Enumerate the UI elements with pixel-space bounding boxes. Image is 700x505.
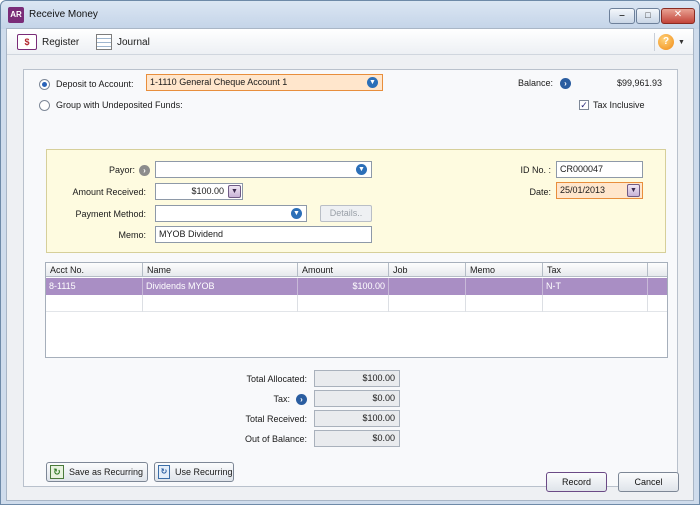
amount-calculator-dropdown-icon[interactable]: ▼ bbox=[228, 185, 241, 198]
column-header-amount[interactable]: Amount bbox=[298, 263, 389, 277]
cell-memo[interactable] bbox=[466, 278, 543, 295]
table-header: Acct No. Name Amount Job Memo Tax bbox=[46, 263, 667, 277]
chevron-down-icon: ▼ bbox=[678, 38, 685, 46]
tax-label: Tax: bbox=[273, 394, 290, 404]
deposit-account-select[interactable]: 1-1110 General Cheque Account 1 bbox=[146, 74, 383, 91]
register-label: Register bbox=[42, 36, 80, 48]
total-received-label: Total Received: bbox=[245, 414, 307, 424]
payment-method-dropdown-icon[interactable]: ▼ bbox=[291, 208, 302, 219]
help-icon: ? bbox=[658, 34, 674, 50]
id-number-label: ID No. : bbox=[520, 165, 551, 175]
payor-select[interactable] bbox=[155, 161, 372, 178]
column-header-memo[interactable]: Memo bbox=[466, 263, 543, 277]
payment-method-label: Payment Method: bbox=[75, 209, 146, 219]
recurring-save-icon: ↻ bbox=[50, 465, 64, 479]
deposit-to-account-label: Deposit to Account: bbox=[56, 79, 134, 89]
details-button[interactable]: Details.. bbox=[320, 205, 372, 222]
journal-icon bbox=[96, 34, 112, 50]
total-allocated-label: Total Allocated: bbox=[246, 374, 307, 384]
table-row-empty[interactable] bbox=[46, 295, 667, 312]
window-client-area: $ Register Journal ? ▼ Deposit to Accoun… bbox=[6, 28, 694, 501]
id-number-input[interactable]: CR000047 bbox=[556, 161, 643, 178]
total-received-value: $100.00 bbox=[314, 410, 400, 427]
tax-inclusive-checkbox[interactable]: ✓ bbox=[579, 100, 589, 110]
cell-amount[interactable]: $100.00 bbox=[298, 278, 389, 295]
cell-name[interactable]: Dividends MYOB bbox=[143, 278, 298, 295]
date-label: Date: bbox=[529, 187, 551, 197]
balance-label: Balance: bbox=[518, 78, 554, 88]
allocation-table: Acct No. Name Amount Job Memo Tax 8-1115… bbox=[45, 262, 668, 358]
out-of-balance-value: $0.00 bbox=[314, 430, 400, 447]
use-recurring-button[interactable]: ↻ Use Recurring bbox=[154, 462, 234, 482]
total-allocated-value: $100.00 bbox=[314, 370, 400, 387]
group-undeposited-label: Group with Undeposited Funds: bbox=[56, 100, 183, 110]
tax-zoom-arrow-icon[interactable]: › bbox=[296, 394, 307, 405]
out-of-balance-label: Out of Balance: bbox=[244, 434, 307, 444]
close-button[interactable]: ✕ bbox=[661, 8, 695, 24]
minimize-button[interactable]: ‒ bbox=[609, 8, 635, 24]
cell-name[interactable] bbox=[143, 295, 298, 312]
toolbar: $ Register Journal ? ▼ bbox=[7, 29, 693, 55]
memo-label: Memo: bbox=[118, 230, 146, 240]
cell-job[interactable] bbox=[389, 278, 466, 295]
title-bar[interactable]: AR Receive Money ‒ □ ✕ bbox=[1, 1, 699, 29]
cell-tax[interactable] bbox=[543, 295, 648, 312]
tax-value: $0.00 bbox=[314, 390, 400, 407]
calendar-dropdown-icon[interactable]: ▼ bbox=[627, 184, 640, 197]
tax-inclusive-label: Tax Inclusive bbox=[593, 100, 645, 110]
payor-label: Payor: bbox=[108, 165, 135, 175]
balance-zoom-arrow-icon[interactable]: › bbox=[560, 78, 571, 89]
balance-value: $99,961.93 bbox=[616, 78, 662, 88]
journal-label: Journal bbox=[117, 36, 150, 48]
close-icon: ✕ bbox=[673, 9, 683, 20]
cell-tax[interactable]: N-T bbox=[543, 278, 648, 295]
app-logo-icon: AR bbox=[8, 7, 24, 23]
record-button[interactable]: Record bbox=[546, 472, 607, 492]
register-icon: $ bbox=[17, 34, 37, 50]
recurring-use-icon: ↻ bbox=[158, 465, 170, 479]
payor-dropdown-icon[interactable]: ▼ bbox=[356, 164, 367, 175]
window-title: Receive Money bbox=[29, 9, 98, 20]
receive-money-window: AR Receive Money ‒ □ ✕ $ Register Journa… bbox=[0, 0, 700, 505]
use-recurring-label: Use Recurring bbox=[175, 467, 233, 477]
column-header-name[interactable]: Name bbox=[143, 263, 298, 277]
maximize-button[interactable]: □ bbox=[636, 8, 660, 24]
help-button[interactable]: ? ▼ bbox=[658, 33, 690, 51]
maximize-icon: □ bbox=[645, 10, 651, 20]
column-header-tax[interactable]: Tax bbox=[543, 263, 648, 277]
column-header-job[interactable]: Job bbox=[389, 263, 466, 277]
journal-button[interactable]: Journal bbox=[96, 33, 150, 51]
account-dropdown-icon[interactable]: ▼ bbox=[367, 77, 378, 88]
receive-money-panel: Deposit to Account: 1-1110 General Chequ… bbox=[23, 69, 678, 487]
amount-received-label: Amount Received: bbox=[72, 187, 146, 197]
cell-acct-no[interactable]: 8-1115 bbox=[46, 278, 143, 295]
cell-job[interactable] bbox=[389, 295, 466, 312]
minimize-icon: ‒ bbox=[619, 10, 625, 20]
cell-acct-no[interactable] bbox=[46, 295, 143, 312]
cancel-button[interactable]: Cancel bbox=[618, 472, 679, 492]
register-button[interactable]: $ Register bbox=[17, 33, 79, 51]
column-header-acct-no[interactable]: Acct No. bbox=[46, 263, 143, 277]
cell-memo[interactable] bbox=[466, 295, 543, 312]
payment-details-section: Payor: › ▼ Amount Received: $100.00 ▼ Pa… bbox=[46, 149, 666, 253]
deposit-to-account-radio[interactable] bbox=[39, 79, 50, 90]
group-undeposited-radio[interactable] bbox=[39, 100, 50, 111]
save-as-recurring-label: Save as Recurring bbox=[69, 467, 144, 477]
table-row[interactable]: 8-1115 Dividends MYOB $100.00 N-T bbox=[46, 278, 667, 295]
memo-input[interactable]: MYOB Dividend bbox=[155, 226, 372, 243]
cell-amount[interactable] bbox=[298, 295, 389, 312]
payment-method-select[interactable] bbox=[155, 205, 307, 222]
save-as-recurring-button[interactable]: ↻ Save as Recurring bbox=[46, 462, 148, 482]
toolbar-divider bbox=[654, 33, 655, 51]
payor-zoom-arrow-icon[interactable]: › bbox=[139, 165, 150, 176]
